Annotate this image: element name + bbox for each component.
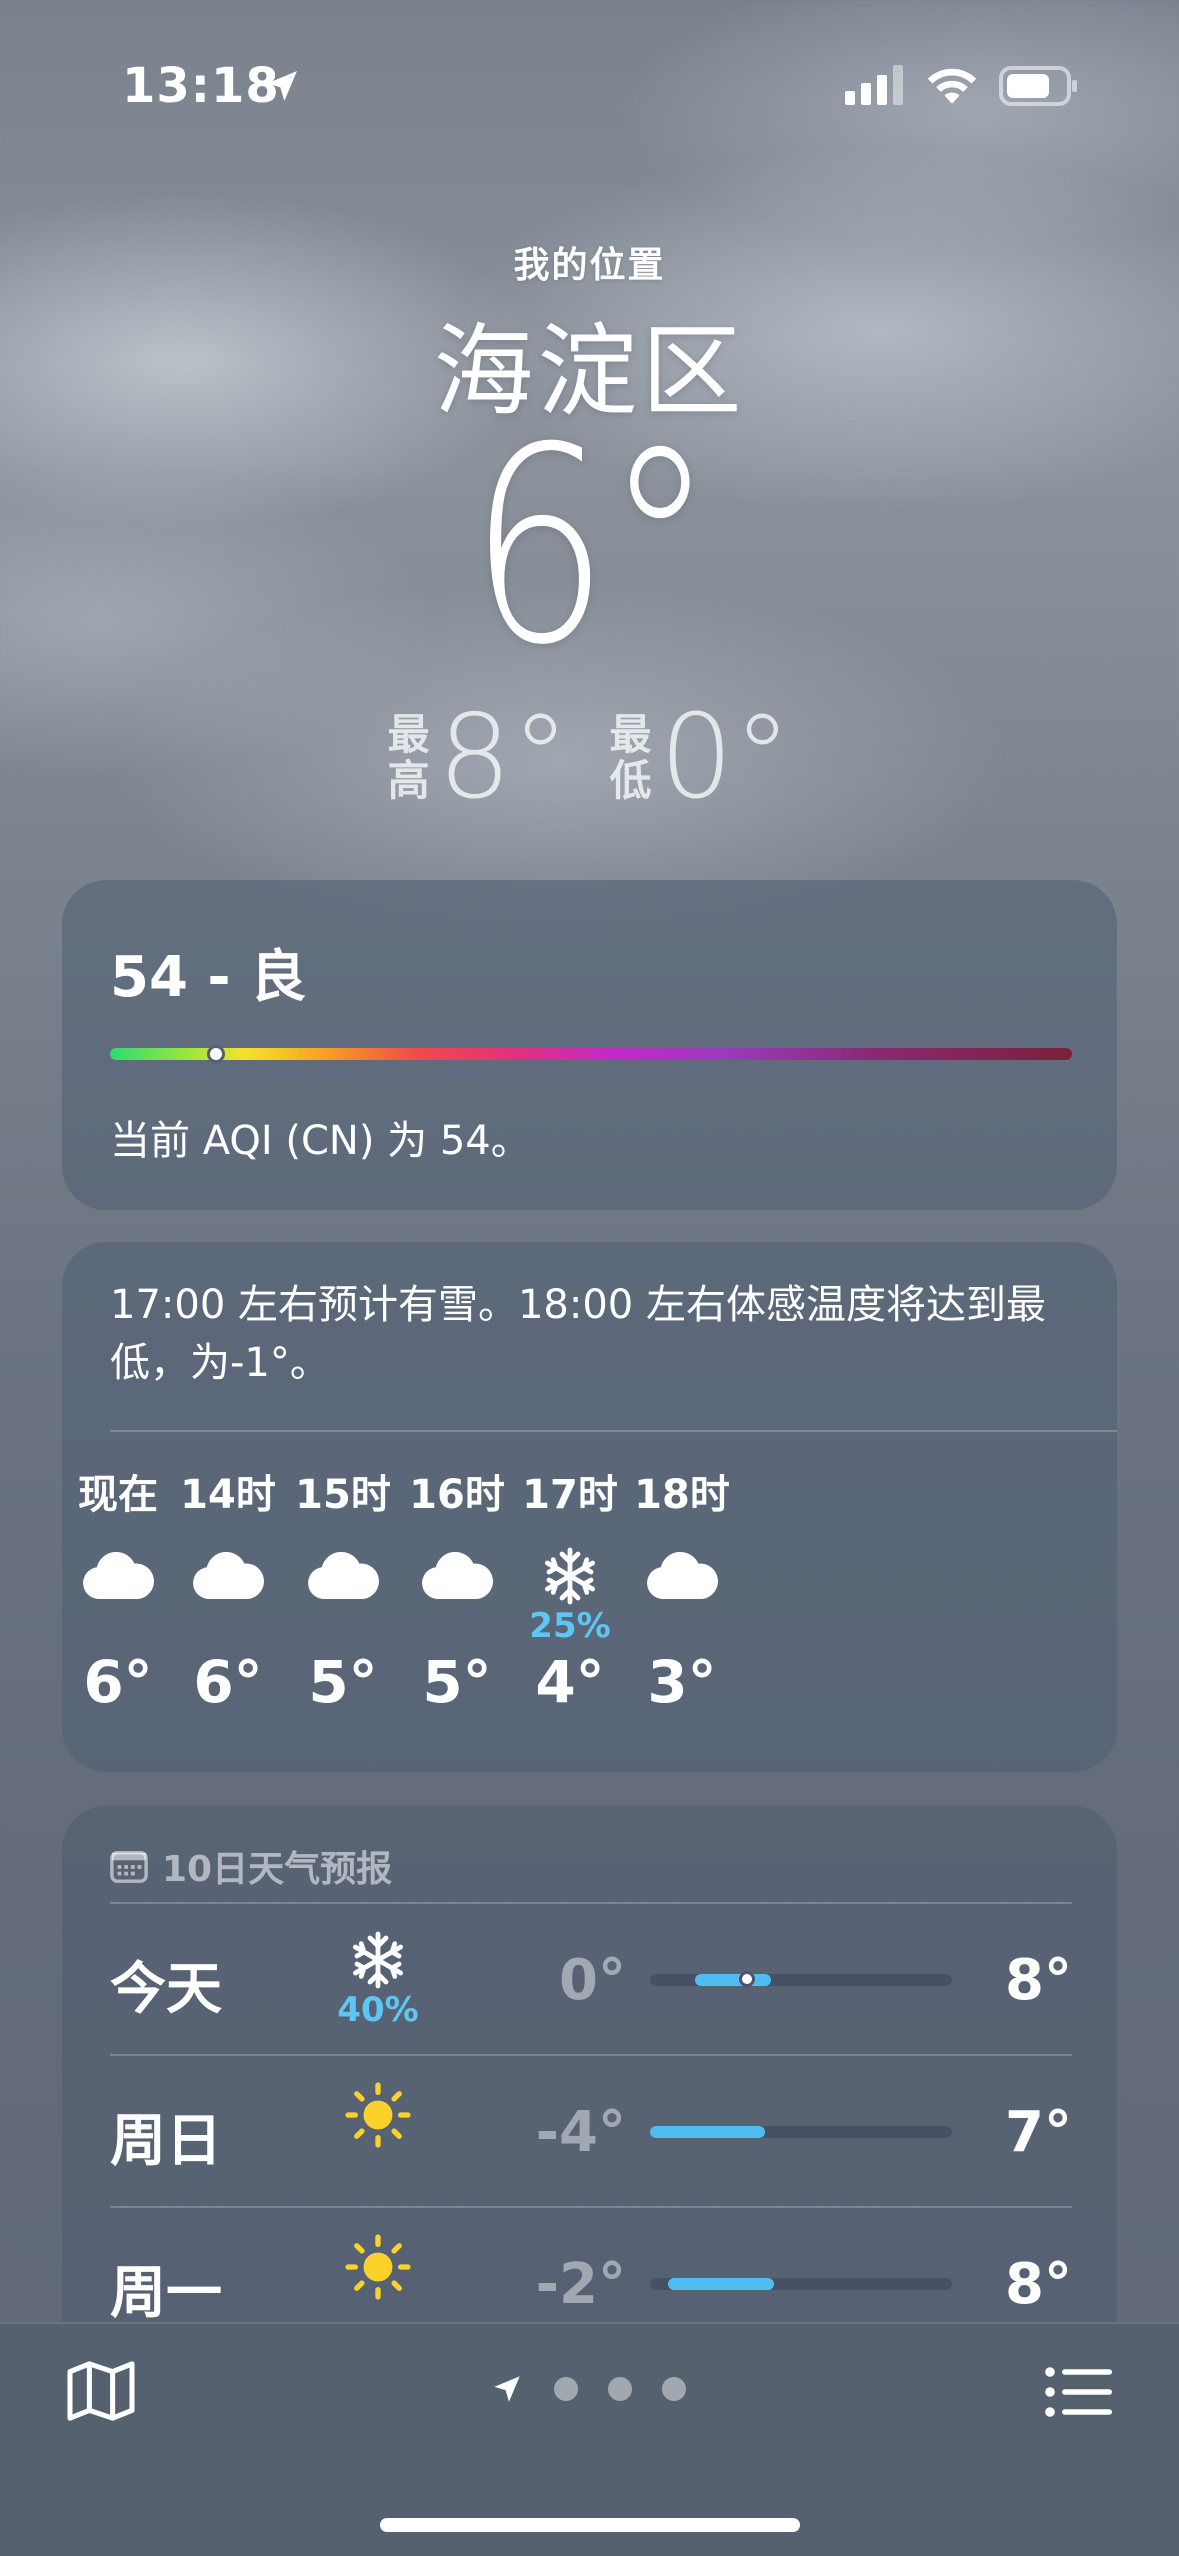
temperature-range-bar: [650, 2278, 952, 2290]
day-low-temp: -4°: [535, 2100, 626, 2165]
home-indicator: [380, 2518, 800, 2532]
hourly-summary: 17:00 左右预计有雪。18:00 左右体感温度将达到最低，为-1°。: [110, 1282, 1046, 1386]
wifi-icon: [927, 68, 977, 104]
day-high-temp: 8°: [1005, 2252, 1072, 2317]
list-icon[interactable]: [1044, 2364, 1112, 2420]
snowflake-icon: 40%: [330, 1930, 426, 2030]
daily-forecast-row[interactable]: 周日 -4° 7°: [110, 2056, 1072, 2206]
status-time: 13:18: [122, 58, 280, 114]
high-low-temps: 最 高 8° 最 低 0°: [0, 700, 1179, 816]
high-value: 8°: [437, 690, 570, 825]
aqi-title: 54 - 良: [110, 945, 307, 1010]
hour-temp: 3°: [647, 1648, 717, 1716]
precipitation-chance: 40%: [337, 1990, 419, 2030]
low-value: 0°: [659, 690, 792, 825]
cellular-signal-icon: [845, 65, 903, 105]
high-temp: 最 高 8°: [388, 700, 570, 816]
current-location-page-icon[interactable]: [490, 2372, 524, 2406]
hour-label: 18时: [634, 1472, 730, 1518]
battery-icon: [999, 66, 1077, 106]
hourly-item: 18时 3°: [612, 1462, 752, 1716]
cloud-icon: [612, 1536, 752, 1616]
current-temp-marker: [738, 1971, 755, 1987]
page-dot[interactable]: [554, 2377, 578, 2401]
temperature-range-fill: [650, 2126, 765, 2138]
day-name: 今天: [110, 1957, 222, 2022]
high-label: 最 高: [387, 710, 430, 805]
status-bar: 13:18: [0, 0, 1179, 150]
page-dot[interactable]: [662, 2377, 686, 2401]
calendar-icon: [110, 1850, 148, 1883]
day-high-temp: 8°: [1005, 1948, 1072, 2013]
location-arrow-icon: [267, 71, 297, 101]
ten-day-title: 10日天气预报: [162, 1849, 393, 1890]
low-label: 最 低: [609, 710, 652, 805]
aqi-indicator: [206, 1045, 225, 1063]
bottom-toolbar: [0, 2322, 1179, 2556]
low-temp: 最 低 0°: [610, 700, 792, 816]
sun-icon: [330, 2234, 426, 2300]
day-name: 周一: [110, 2261, 222, 2326]
ten-day-header: 10日天气预报: [110, 1840, 392, 1892]
sun-icon: [330, 2082, 426, 2148]
temperature-range-bar: [650, 2126, 952, 2138]
current-temperature: 6°: [468, 389, 716, 704]
daily-forecast-row[interactable]: 今天 40% 0° 8°: [110, 1904, 1072, 2054]
page-dot[interactable]: [608, 2377, 632, 2401]
precipitation-chance: [612, 1606, 752, 1642]
air-quality-card[interactable]: 54 - 良 当前 AQI (CN) 为 54。: [62, 880, 1117, 1210]
map-icon[interactable]: [66, 2360, 136, 2422]
aqi-description: 当前 AQI (CN) 为 54。: [110, 1118, 531, 1164]
my-location-label: 我的位置: [513, 245, 666, 286]
hourly-forecast-card[interactable]: 17:00 左右预计有雪。18:00 左右体感温度将达到最低，为-1°。 现在 6…: [62, 1242, 1117, 1772]
divider: [110, 1430, 1117, 1432]
page-indicator[interactable]: [490, 2372, 686, 2406]
temperature-range-bar: [650, 1971, 952, 1987]
temperature-range-fill: [668, 2278, 774, 2290]
day-high-temp: 7°: [1005, 2100, 1072, 2165]
day-name: 周日: [110, 2109, 222, 2174]
aqi-gradient-bar: [110, 1045, 1072, 1063]
temperature-range-fill: [695, 1974, 771, 1986]
day-low-temp: -2°: [535, 2252, 626, 2317]
day-low-temp: 0°: [559, 1948, 626, 2013]
